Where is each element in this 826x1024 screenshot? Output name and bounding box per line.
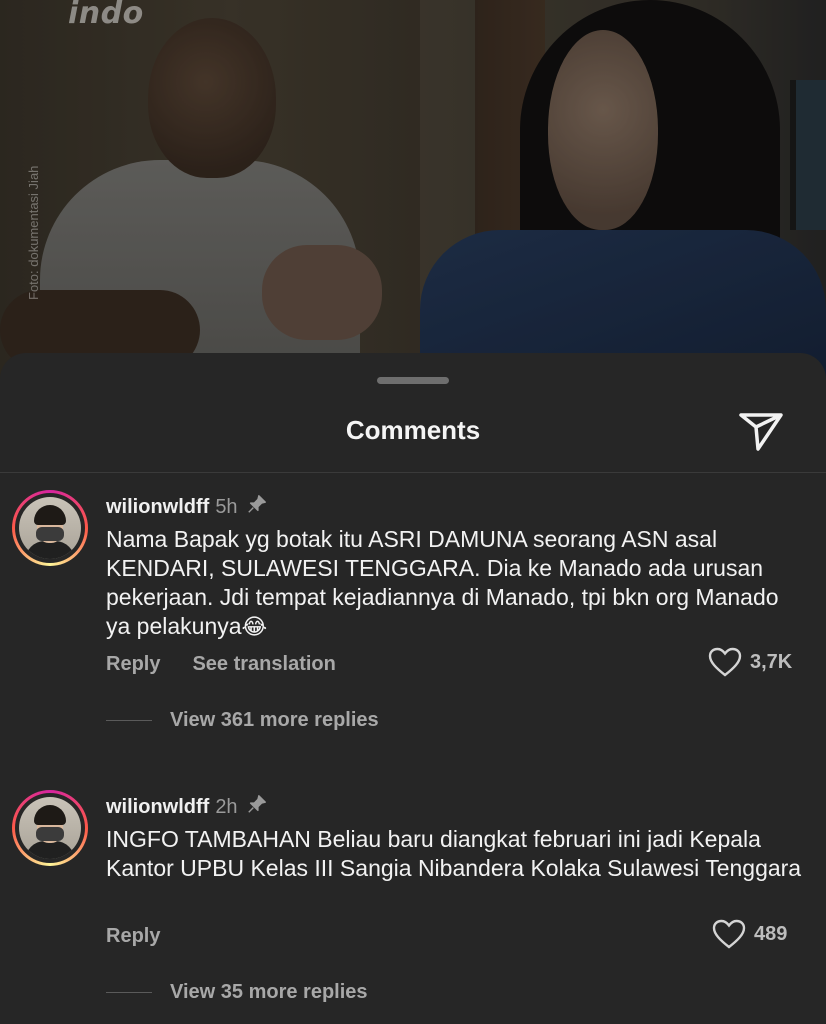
heart-icon[interactable] xyxy=(708,647,742,677)
heart-icon[interactable] xyxy=(712,919,746,949)
watermark-logo: indo xyxy=(68,0,144,31)
comment-text: Nama Bapak yg botak itu ASRI DAMUNA seor… xyxy=(106,525,806,642)
comment-header: wilionwldff 2h xyxy=(106,793,268,819)
comment-time: 5h xyxy=(215,496,238,518)
share-button[interactable] xyxy=(736,407,786,453)
avatar[interactable] xyxy=(12,790,88,866)
comment-body: INGFO TAMBAHAN Beliau baru diangkat febr… xyxy=(106,826,802,881)
pin-icon xyxy=(247,495,266,513)
comment-time: 2h xyxy=(215,796,238,818)
laughing-emoji: 😂 xyxy=(241,615,268,640)
background-video: indo Foto: dokumentasi Jiah xyxy=(0,0,826,400)
photo-credit: Foto: dokumentasi Jiah xyxy=(26,165,41,300)
comment-actions: Reply xyxy=(106,925,160,948)
view-replies-button[interactable]: View 35 more replies xyxy=(106,981,368,1004)
like-group: 489 xyxy=(712,919,787,949)
send-icon xyxy=(739,413,783,451)
like-count: 489 xyxy=(754,922,788,945)
comment-body: Nama Bapak yg botak itu ASRI DAMUNA seor… xyxy=(106,526,779,639)
sheet-grabber[interactable] xyxy=(377,377,449,384)
pin-icon xyxy=(247,795,266,813)
reply-button[interactable]: Reply xyxy=(106,653,160,675)
screen: indo Foto: dokumentasi Jiah Comments wil… xyxy=(0,0,826,1024)
like-group: 3,7K xyxy=(708,647,792,677)
view-replies-label: View 361 more replies xyxy=(170,709,379,731)
comment-actions: Reply See translation xyxy=(106,653,336,676)
sheet-title: Comments xyxy=(345,415,481,445)
comment-username[interactable]: wilionwldff xyxy=(106,496,209,518)
view-replies-label: View 35 more replies xyxy=(170,981,368,1003)
reply-button[interactable]: Reply xyxy=(106,925,160,947)
view-replies-button[interactable]: View 361 more replies xyxy=(106,709,379,732)
comment-username[interactable]: wilionwldff xyxy=(106,796,209,818)
like-count: 3,7K xyxy=(750,650,793,673)
comments-sheet: Comments wilionwldff 5h Nama Bapak yg bo… xyxy=(0,353,826,1024)
comment-header: wilionwldff 5h xyxy=(106,493,268,519)
avatar[interactable] xyxy=(12,490,88,566)
comment-text: INGFO TAMBAHAN Beliau baru diangkat febr… xyxy=(106,825,806,883)
header-divider xyxy=(0,472,826,473)
see-translation-button[interactable]: See translation xyxy=(192,653,335,675)
